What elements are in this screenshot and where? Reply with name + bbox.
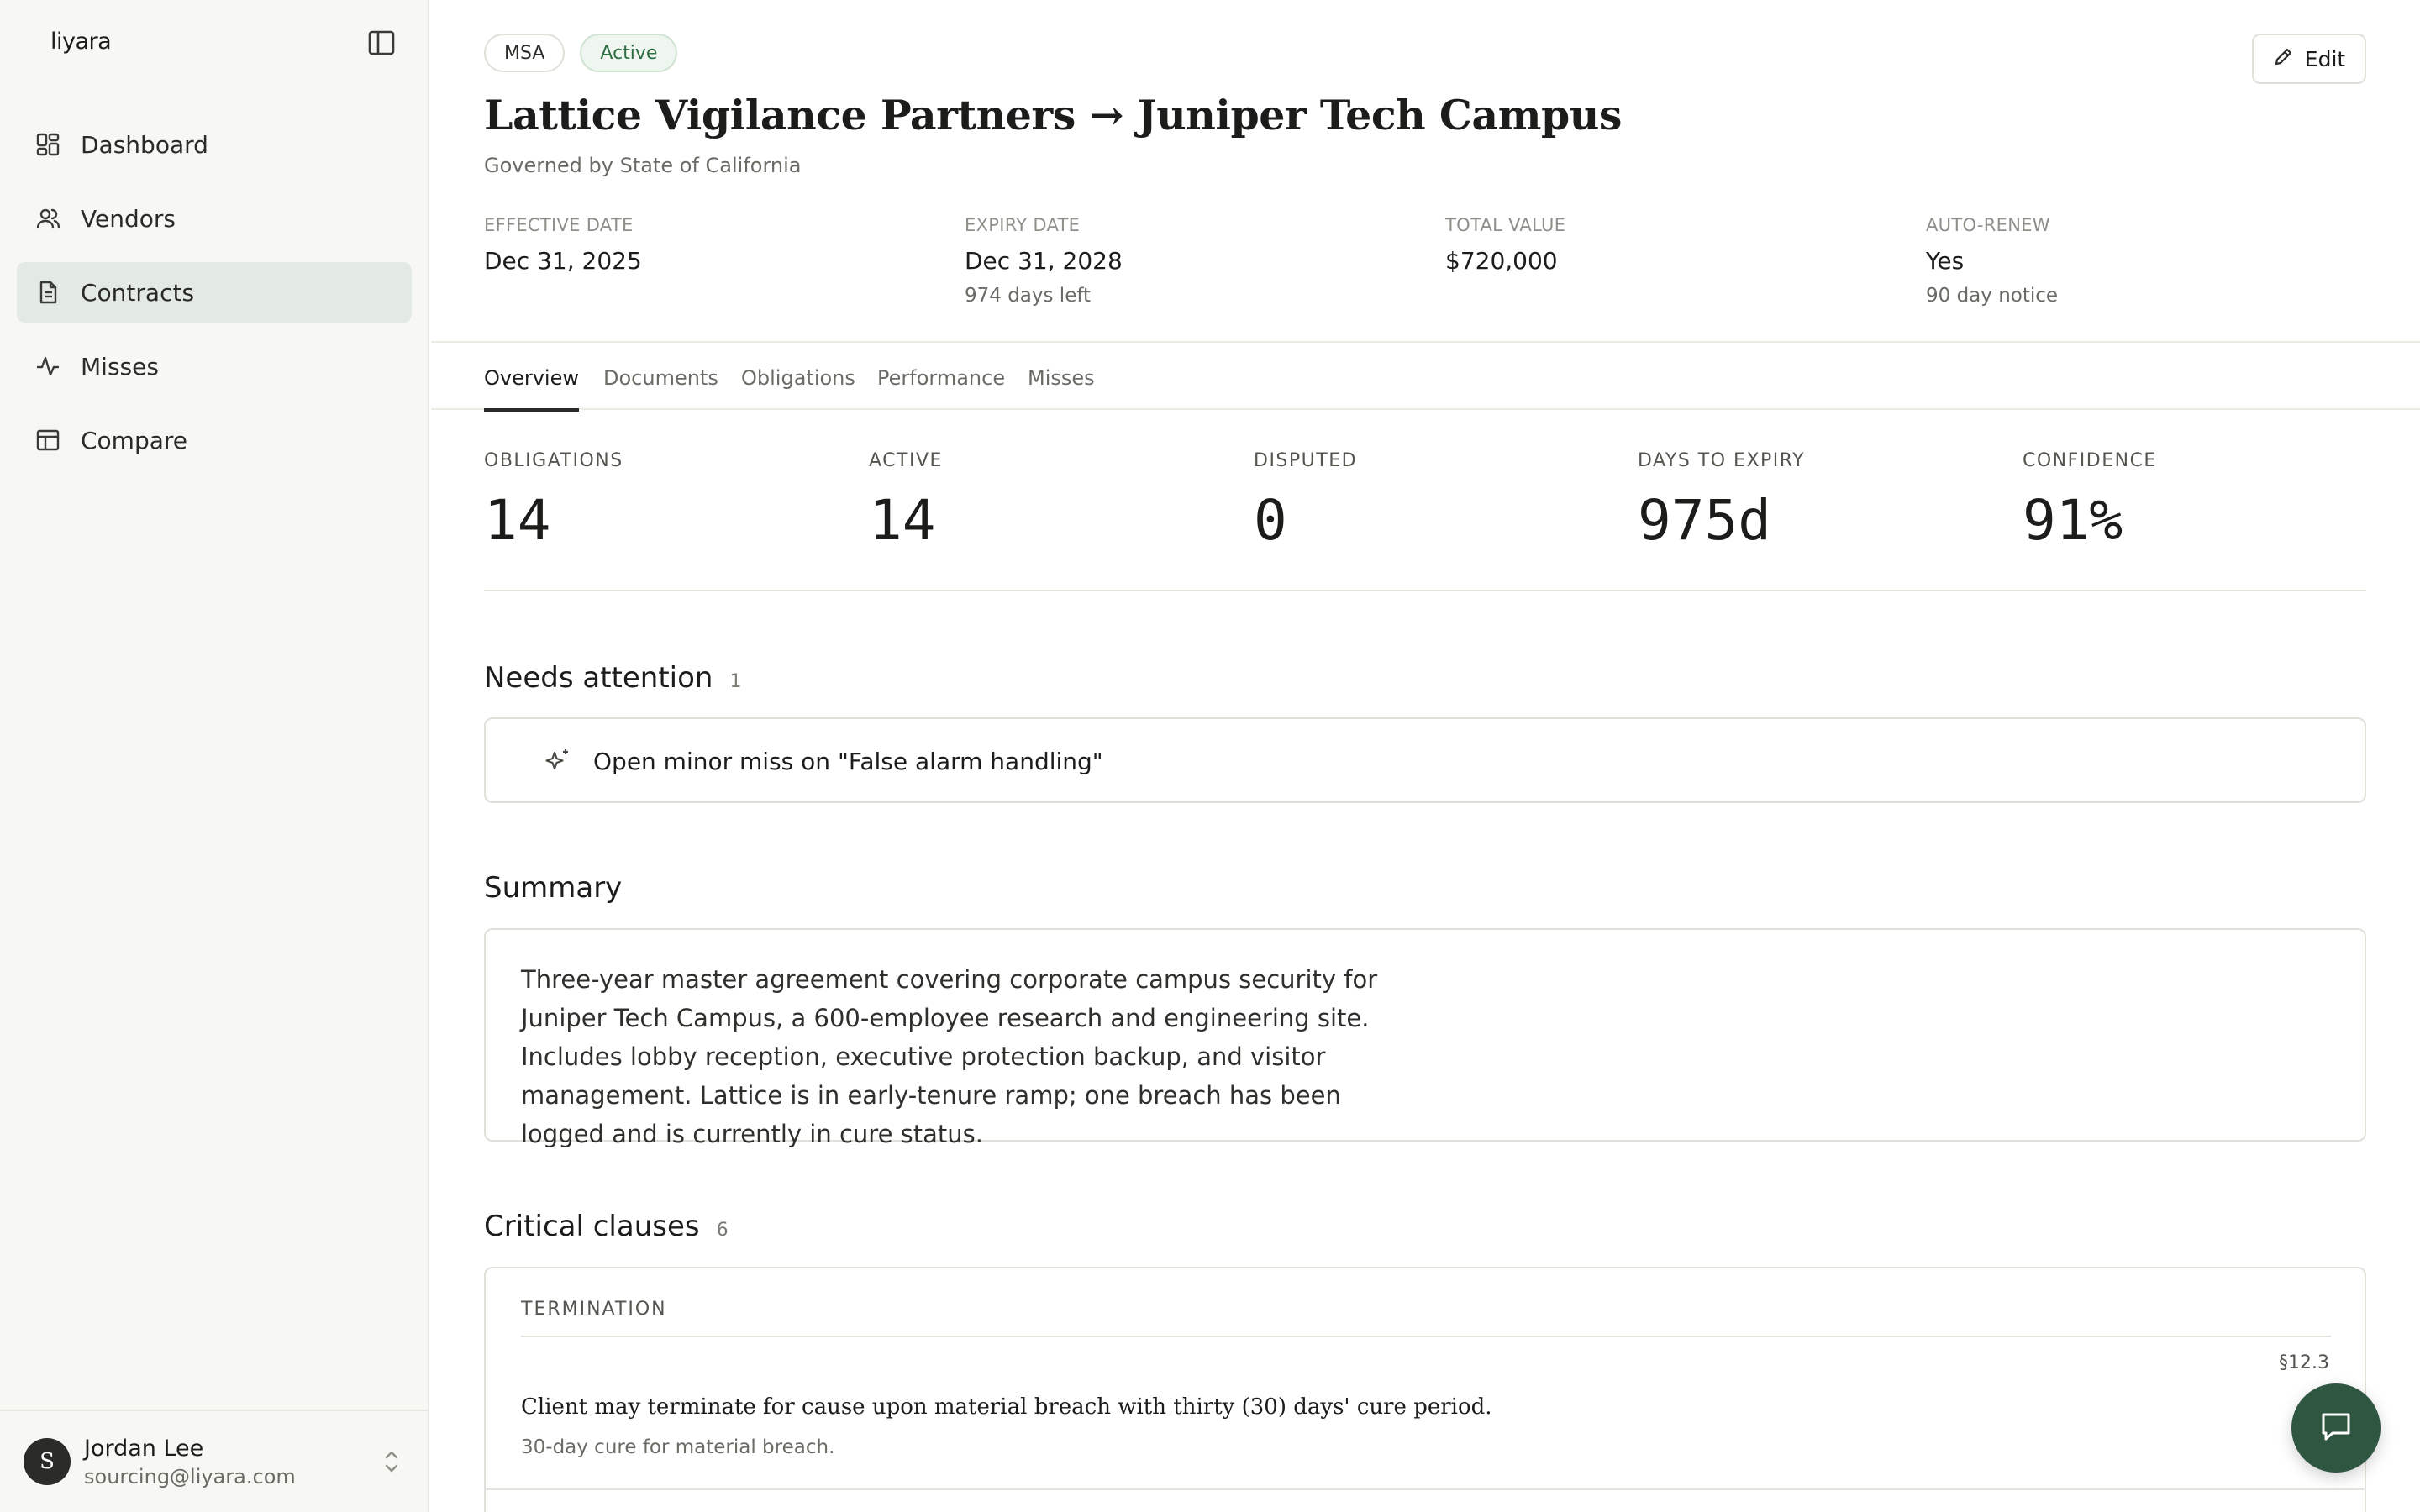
stat-value: 14 xyxy=(869,488,936,553)
clause-reference: §12.3 xyxy=(2279,1352,2329,1373)
tab-misses[interactable]: Misses xyxy=(1028,366,1095,390)
sidebar-toggle-icon[interactable] xyxy=(365,28,398,58)
meta-label: AUTO-RENEW xyxy=(1926,215,2050,235)
meta-total-value: TOTAL VALUE $720,000 xyxy=(1445,215,1565,275)
tab-bar: Overview Documents Obligations Performan… xyxy=(431,341,2420,412)
sidebar-item-compare[interactable]: Compare xyxy=(17,410,412,470)
meta-expiry-date: EXPIRY DATE Dec 31, 2028 974 days left xyxy=(965,215,1123,307)
stat-confidence: CONFIDENCE 91% xyxy=(2023,450,2157,553)
user-email: sourcing@liyara.com xyxy=(84,1464,296,1488)
stat-value: 14 xyxy=(484,488,551,553)
sidebar-item-label: Vendors xyxy=(81,204,176,233)
divider xyxy=(521,1336,2331,1337)
meta-sub: 974 days left xyxy=(965,285,1092,307)
attention-count: 1 xyxy=(729,671,742,692)
user-menu[interactable]: S Jordan Lee sourcing@liyara.com xyxy=(0,1410,429,1512)
pencil-icon xyxy=(2273,45,2295,72)
meta-label: EXPIRY DATE xyxy=(965,215,1081,235)
stat-value: 975d xyxy=(1638,488,1771,553)
meta-value: Dec 31, 2028 xyxy=(965,247,1123,275)
clause-card[interactable]: TERMINATION §12.3 Client may terminate f… xyxy=(484,1267,2366,1512)
stat-label: DISPUTED xyxy=(1254,450,1358,471)
meta-auto-renew: AUTO-RENEW Yes 90 day notice xyxy=(1926,215,2058,307)
tab-documents[interactable]: Documents xyxy=(603,366,718,390)
stat-disputed: DISPUTED 0 xyxy=(1254,450,1357,553)
edit-label: Edit xyxy=(2304,46,2346,71)
sidebar-item-dashboard[interactable]: Dashboard xyxy=(17,114,412,175)
attention-text: Open minor miss on "False alarm handling… xyxy=(593,748,1103,775)
divider xyxy=(486,1488,2365,1490)
stat-value: 91% xyxy=(2023,488,2123,553)
section-title-text: Needs attention xyxy=(484,661,713,695)
section-title-text: Critical clauses xyxy=(484,1210,700,1243)
meta-label: EFFECTIVE DATE xyxy=(484,215,634,235)
clause-category: TERMINATION xyxy=(521,1299,667,1320)
activity-icon xyxy=(34,352,62,381)
summary-text: Three-year master agreement covering cor… xyxy=(521,965,1378,1148)
sidebar-item-label: Compare xyxy=(81,426,188,454)
tab-overview[interactable]: Overview xyxy=(484,366,579,412)
stat-label: OBLIGATIONS xyxy=(484,450,623,471)
needs-attention-heading: Needs attention 1 xyxy=(484,661,741,695)
chat-button[interactable] xyxy=(2291,1383,2381,1473)
sidebar-item-label: Dashboard xyxy=(81,130,208,159)
page-title: Lattice Vigilance Partners → Juniper Tec… xyxy=(484,91,1622,139)
stat-obligations: OBLIGATIONS 14 xyxy=(484,450,623,553)
table-icon xyxy=(34,426,62,454)
main-content: MSA Active Edit Lattice Vigilance Partne… xyxy=(431,0,2420,1512)
document-icon xyxy=(34,278,62,307)
clauses-count: 6 xyxy=(716,1220,729,1241)
meta-value: Yes xyxy=(1926,247,1965,275)
clause-text: Client may terminate for cause upon mate… xyxy=(521,1394,1492,1420)
tab-obligations[interactable]: Obligations xyxy=(741,366,855,390)
sparkles-icon xyxy=(543,746,573,776)
stat-label: CONFIDENCE xyxy=(2023,450,2157,471)
meta-value: Dec 31, 2025 xyxy=(484,247,642,275)
sidebar-nav: Dashboard Vendors Contracts Misses Compa… xyxy=(17,114,412,484)
dashboard-icon xyxy=(34,130,62,159)
tab-performance[interactable]: Performance xyxy=(877,366,1005,390)
divider xyxy=(484,590,2366,591)
summary-card: Three-year master agreement covering cor… xyxy=(484,928,2366,1148)
avatar: S xyxy=(24,1438,71,1485)
critical-clauses-heading: Critical clauses 6 xyxy=(484,1210,729,1243)
stat-label: ACTIVE xyxy=(869,450,943,471)
sidebar-item-misses[interactable]: Misses xyxy=(17,336,412,396)
sidebar-item-vendors[interactable]: Vendors xyxy=(17,188,412,249)
chat-icon xyxy=(2317,1408,2354,1448)
governing-law: Governed by State of California xyxy=(484,154,802,177)
stat-days-to-expiry: DAYS TO EXPIRY 975d xyxy=(1638,450,1805,553)
stat-label: DAYS TO EXPIRY xyxy=(1638,450,1806,471)
stat-value: 0 xyxy=(1254,488,1287,553)
meta-effective-date: EFFECTIVE DATE Dec 31, 2025 xyxy=(484,215,642,275)
contract-badges: MSA Active xyxy=(484,34,678,72)
clause-note: 30-day cure for material breach. xyxy=(521,1436,835,1458)
meta-value: $720,000 xyxy=(1445,247,1558,275)
stat-active: ACTIVE 14 xyxy=(869,450,943,553)
sidebar-item-label: Misses xyxy=(81,352,159,381)
users-icon xyxy=(34,204,62,233)
edit-button[interactable]: Edit xyxy=(2252,34,2366,84)
user-name: Jordan Lee xyxy=(84,1435,204,1462)
sidebar: liyara Dashboard Vendors Contracts Misse… xyxy=(0,0,429,1512)
type-badge: MSA xyxy=(484,34,566,72)
meta-label: TOTAL VALUE xyxy=(1445,215,1566,235)
attention-item[interactable]: Open minor miss on "False alarm handling… xyxy=(484,717,2366,803)
summary-heading: Summary xyxy=(484,871,623,905)
app-logo[interactable]: liyara xyxy=(50,29,112,55)
chevron-up-down-icon[interactable] xyxy=(380,1445,403,1478)
meta-sub: 90 day notice xyxy=(1926,285,2059,307)
sidebar-item-label: Contracts xyxy=(81,278,195,307)
sidebar-item-contracts[interactable]: Contracts xyxy=(17,262,412,323)
status-badge: Active xyxy=(580,34,678,72)
